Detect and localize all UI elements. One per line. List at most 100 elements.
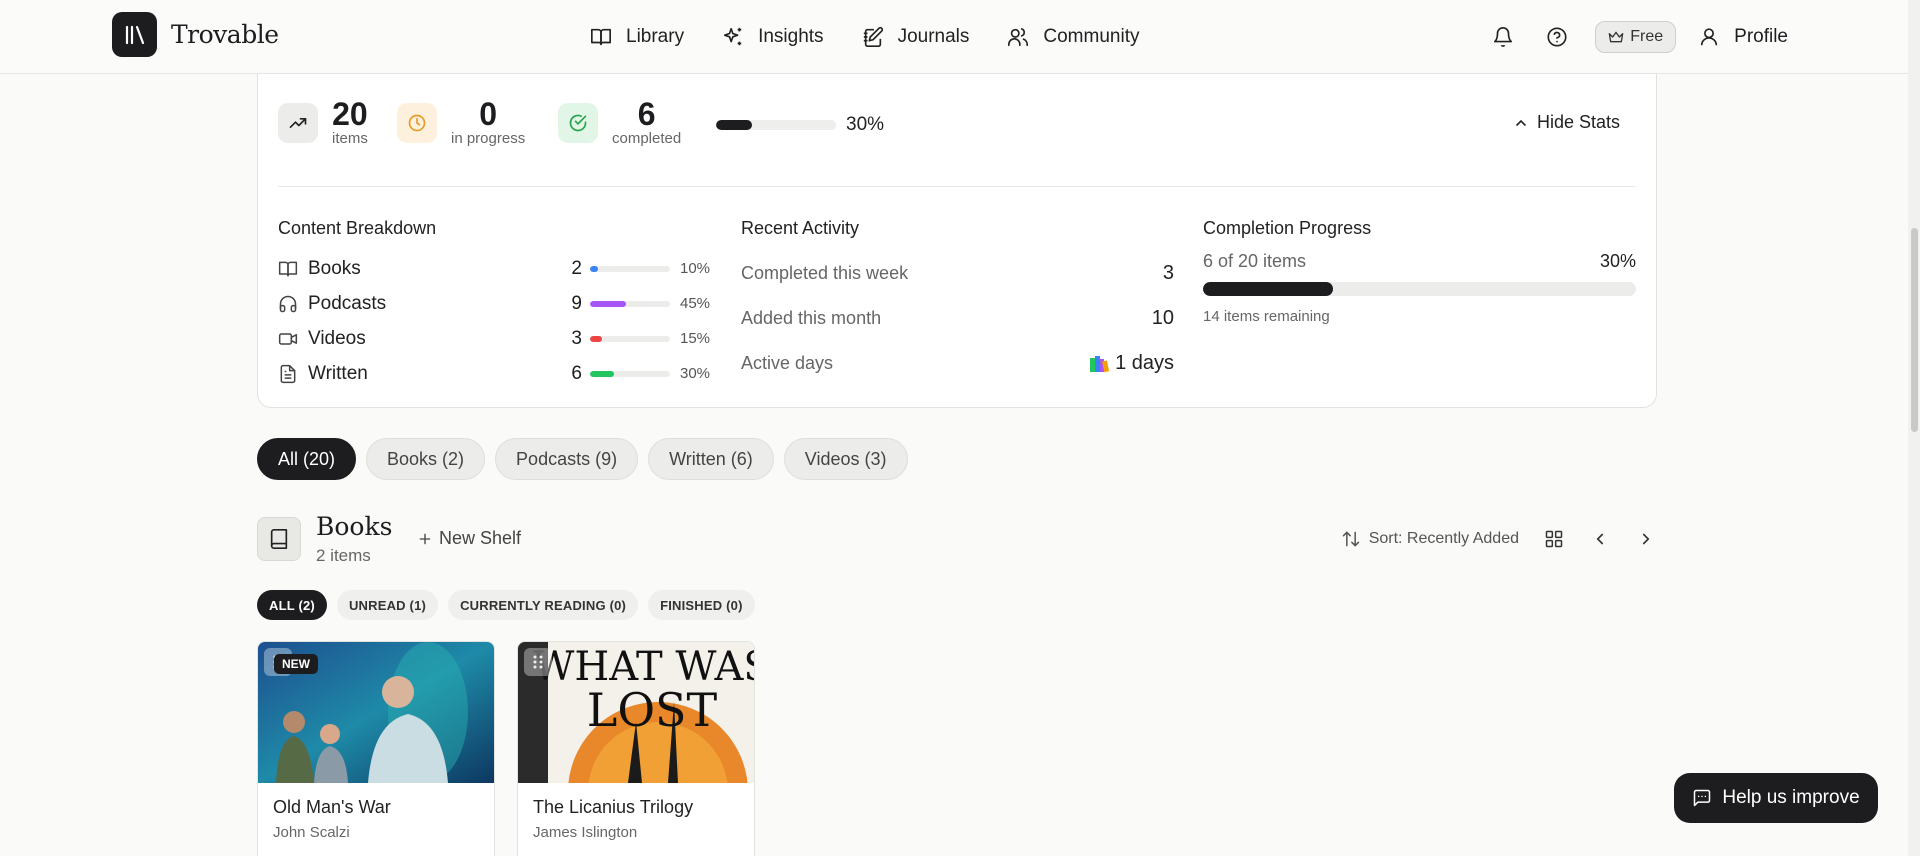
- notifications-button[interactable]: [1487, 21, 1519, 53]
- stats-panel: 20 items 0 in progress 6 completed 30% H…: [257, 74, 1657, 408]
- stat-in-progress-label: in progress: [451, 130, 526, 147]
- book-cover: WHAT WAS LOST: [518, 642, 754, 783]
- nav-community[interactable]: Community: [1007, 26, 1139, 48]
- scrollbar-thumb[interactable]: [1911, 228, 1918, 432]
- drag-handle-icon[interactable]: [524, 648, 552, 676]
- chevron-right-icon: [1642, 533, 1650, 545]
- status-tab-unread[interactable]: UNREAD (1): [336, 590, 439, 620]
- filter-podcasts[interactable]: Podcasts (9): [495, 438, 639, 480]
- activity-label: Active days: [741, 353, 834, 373]
- breakdown-name: Written: [308, 362, 368, 384]
- nav-insights-label: Insights: [758, 26, 824, 47]
- filter-books[interactable]: Books (2): [366, 438, 486, 480]
- scroll-left-button[interactable]: [1589, 528, 1611, 550]
- breakdown-pct: 30%: [680, 365, 711, 382]
- profile-label: Profile: [1734, 26, 1788, 47]
- content-breakdown-title: Content Breakdown: [278, 218, 437, 238]
- completion-mini-pct: 30%: [846, 114, 885, 135]
- stat-completed-label: completed: [612, 130, 682, 147]
- grid-icon: [1545, 530, 1563, 548]
- books-stack-icon: [1090, 355, 1110, 372]
- shelf-title: Books: [316, 512, 393, 541]
- brand[interactable]: Trovable: [112, 12, 279, 57]
- breakdown-pct: 45%: [680, 295, 711, 312]
- breakdown-bar: [590, 370, 670, 377]
- breakdown-count: 3: [571, 327, 582, 349]
- trending-up-icon: [278, 103, 318, 143]
- completion-progress-title: Completion Progress: [1203, 218, 1372, 238]
- nav-journals-label: Journals: [897, 26, 970, 47]
- activity-label: Added this month: [741, 308, 882, 328]
- video-icon: [278, 332, 298, 345]
- breakdown-count: 2: [571, 257, 582, 279]
- status-tab-currently-reading[interactable]: CURRENTLY READING (0): [448, 590, 639, 620]
- book-icon: [257, 517, 301, 561]
- page-scrollbar[interactable]: [1908, 0, 1920, 856]
- shelf-header: Books 2 items New Shelf Sort: Recently A…: [257, 512, 1657, 572]
- breakdown-row-books: Books 2 10%: [278, 251, 720, 286]
- reading-status-tabs: ALL (2) UNREAD (1) CURRENTLY READING (0)…: [257, 590, 755, 620]
- hide-stats-label: Hide Stats: [1536, 112, 1620, 132]
- grid-view-button[interactable]: [1543, 528, 1565, 550]
- filter-all[interactable]: All (20): [257, 438, 357, 480]
- file-text-icon: [280, 364, 296, 383]
- book-card[interactable]: WHAT WAS LOST The Licanius Trilogy James…: [517, 641, 755, 856]
- hide-stats-button[interactable]: Hide Stats: [1513, 112, 1620, 133]
- chevron-up-icon: [1516, 119, 1526, 126]
- status-tab-all[interactable]: ALL (2): [257, 590, 327, 620]
- breakdown-count: 9: [571, 292, 582, 314]
- help-us-improve-label: Help us improve: [1722, 787, 1860, 808]
- activity-added-month: Added this month 10: [741, 296, 1174, 341]
- notebook-pen-icon: [863, 26, 883, 47]
- breakdown-name: Podcasts: [308, 292, 387, 314]
- filter-videos[interactable]: Videos (3): [783, 438, 908, 480]
- book-cover-art: WHAT WAS LOST: [518, 642, 754, 783]
- new-shelf-label: New Shelf: [439, 528, 522, 548]
- scroll-right-button[interactable]: [1635, 528, 1657, 550]
- completion-summary-row: 6 of 20 items 30%: [1203, 251, 1636, 272]
- book-author: James Islington: [533, 824, 638, 841]
- new-badge: NEW: [274, 654, 318, 674]
- breakdown-bar: [590, 300, 670, 307]
- status-tab-finished[interactable]: FINISHED (0): [648, 590, 755, 620]
- completion-summary: 6 of 20 items: [1203, 251, 1307, 271]
- filter-written[interactable]: Written (6): [648, 438, 774, 480]
- users-icon: [1008, 28, 1029, 47]
- completion-progress: Completion Progress 6 of 20 items 30% 14…: [1203, 218, 1636, 325]
- clock-icon: [397, 103, 437, 143]
- new-shelf-button[interactable]: New Shelf: [417, 528, 521, 549]
- stat-items: 20 items: [278, 98, 368, 148]
- book-card[interactable]: NEW Old Man's War John Scalzi: [257, 641, 495, 856]
- nav-insights[interactable]: Insights: [722, 26, 824, 48]
- stats-divider: [278, 186, 1636, 187]
- plan-badge[interactable]: Free: [1595, 21, 1677, 53]
- profile-menu[interactable]: Profile: [1698, 26, 1788, 48]
- completion-progress-fill: [1203, 282, 1333, 296]
- stat-completed: 6 completed: [558, 98, 681, 148]
- book-author: John Scalzi: [273, 824, 350, 841]
- completion-remaining: 14 items remaining: [1203, 308, 1330, 325]
- breakdown-bar: [590, 335, 670, 342]
- shelf-count: 2 items: [316, 546, 371, 565]
- sort-label: Sort: Recently Added: [1368, 530, 1519, 547]
- cover-text-line-2: LOST: [587, 683, 718, 737]
- main-nav: Library Insights Journals Community: [590, 0, 1139, 74]
- breakdown-bar: [590, 265, 670, 272]
- help-button[interactable]: [1541, 21, 1573, 53]
- help-us-improve-button[interactable]: Help us improve: [1674, 773, 1878, 823]
- plus-icon: [419, 533, 431, 544]
- book-title: The Licanius Trilogy: [533, 797, 694, 817]
- nav-journals[interactable]: Journals: [862, 26, 970, 48]
- activity-value: 10: [1151, 307, 1174, 329]
- stat-in-progress-value: 0: [479, 96, 497, 132]
- sort-button[interactable]: Sort: Recently Added: [1341, 529, 1519, 549]
- chevron-left-icon: [1596, 533, 1604, 545]
- breakdown-bar-fill: [590, 265, 598, 272]
- breakdown-bar-fill: [590, 300, 626, 307]
- nav-community-label: Community: [1043, 26, 1140, 47]
- content-type-filters: All (20) Books (2) Podcasts (9) Written …: [257, 438, 908, 480]
- breakdown-pct: 10%: [680, 260, 711, 277]
- stat-items-label: items: [332, 130, 368, 147]
- nav-library[interactable]: Library: [590, 26, 684, 48]
- help-circle-icon: [1547, 27, 1567, 47]
